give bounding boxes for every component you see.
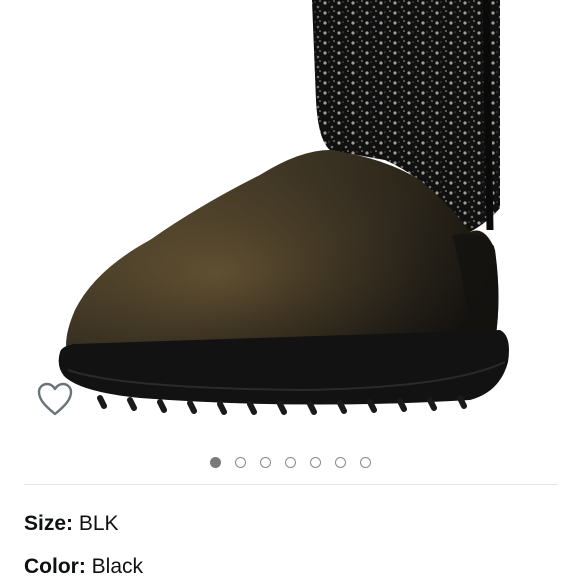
color-value: Black — [91, 555, 144, 578]
image-carousel-indicators — [0, 452, 580, 472]
color-attribute: Color: Black — [24, 555, 143, 579]
heart-outline-icon — [37, 382, 73, 416]
product-image[interactable] — [0, 0, 580, 440]
color-label: Color: — [24, 555, 92, 578]
carousel-dot-2[interactable] — [234, 456, 246, 468]
size-value: BLK — [78, 512, 119, 535]
wishlist-button[interactable] — [30, 376, 80, 422]
size-attribute: Size: BLK — [24, 512, 119, 536]
carousel-dot-7[interactable] — [359, 456, 371, 468]
carousel-dot-5[interactable] — [309, 456, 321, 468]
carousel-dot-1[interactable] — [209, 456, 221, 468]
carousel-dot-4[interactable] — [284, 456, 296, 468]
carousel-dot-6[interactable] — [334, 456, 346, 468]
section-divider — [24, 484, 558, 485]
product-page: Size: BLK Color: Black — [0, 0, 580, 580]
carousel-dot-3[interactable] — [259, 456, 271, 468]
size-label: Size: — [24, 512, 79, 535]
